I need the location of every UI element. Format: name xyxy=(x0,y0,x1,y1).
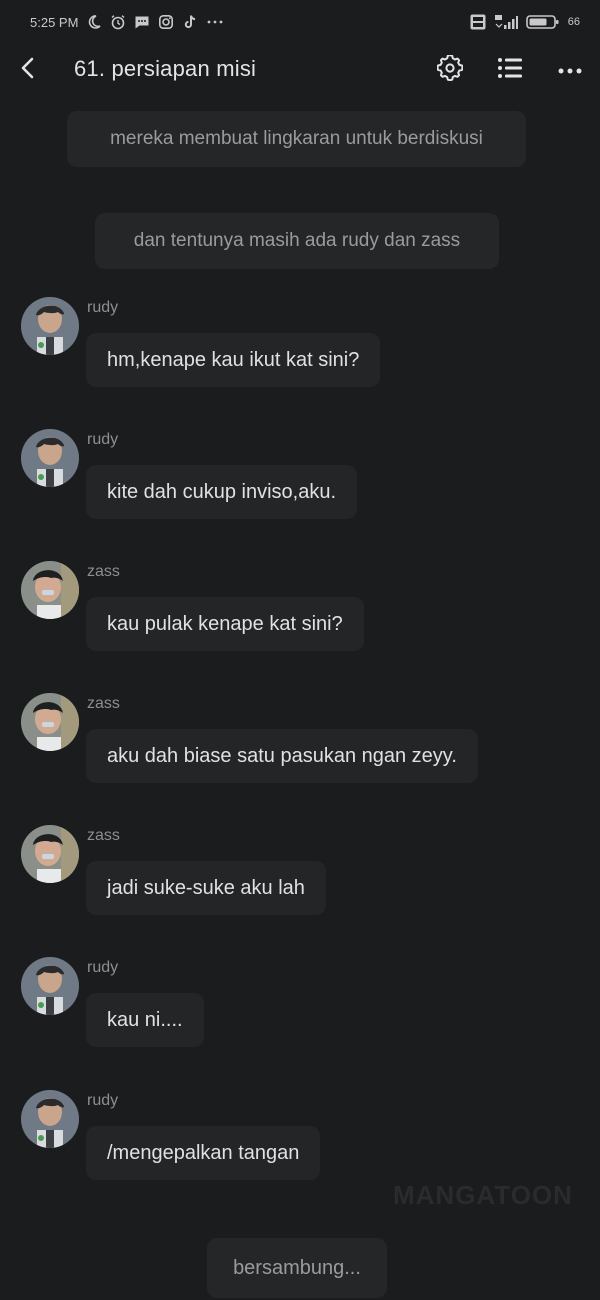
chat-message: rudy kau ni.... xyxy=(0,957,600,1057)
status-bar: 5:25 PM 66 xyxy=(0,0,600,44)
chat-bubble: kite dah cukup inviso,aku. xyxy=(86,465,358,519)
avatar-rudy[interactable] xyxy=(21,1090,79,1148)
avatar-zass[interactable] xyxy=(21,561,79,619)
chat-message: rudy /mengepalkan tangan xyxy=(0,1090,600,1190)
chat-bubble: hm,kenape kau ikut kat sini? xyxy=(86,333,381,387)
more-icon xyxy=(558,61,582,79)
signal-icon xyxy=(494,14,518,30)
status-time: 5:25 PM xyxy=(30,14,79,30)
battery-icon xyxy=(525,14,560,30)
back-icon xyxy=(18,56,38,85)
chat-message: zass kau pulak kenape kat sini? xyxy=(0,561,600,661)
speaker-name: zass xyxy=(87,695,120,712)
speaker-name: zass xyxy=(87,563,120,580)
moon-icon xyxy=(86,14,102,30)
avatar-zass[interactable] xyxy=(21,693,79,751)
chat-story-screen: 5:25 PM 66 61. persiapan misi mereka mem… xyxy=(0,0,600,1300)
avatar-rudy[interactable] xyxy=(21,429,79,487)
list-icon xyxy=(497,57,523,84)
speaker-name: rudy xyxy=(87,1092,119,1109)
top-app-bar: 61. persiapan misi xyxy=(0,44,600,96)
page-title: 61. persiapan misi xyxy=(74,56,257,81)
chapter-list-button[interactable] xyxy=(490,50,530,90)
speaker-name: zass xyxy=(87,827,120,844)
chat-message: rudy hm,kenape kau ikut kat sini? xyxy=(0,297,600,397)
more-dots-icon xyxy=(206,19,224,25)
settings-button[interactable] xyxy=(430,50,470,90)
narration-box: dan tentunya masih ada rudy dan zass xyxy=(95,213,499,269)
alarm-icon xyxy=(110,14,126,30)
avatar-zass[interactable] xyxy=(21,825,79,883)
mangatoon-watermark: MANGATOON xyxy=(393,1180,573,1210)
chat-message: rudy kite dah cukup inviso,aku. xyxy=(0,429,600,529)
avatar-rudy[interactable] xyxy=(21,297,79,355)
instagram-icon xyxy=(158,14,174,30)
speaker-name: rudy xyxy=(87,299,119,316)
chat-bubble: /mengepalkan tangan xyxy=(86,1126,321,1180)
speaker-name: rudy xyxy=(87,959,119,976)
tiktok-icon xyxy=(182,14,198,30)
battery-level: 66 xyxy=(567,16,580,28)
avatar-rudy[interactable] xyxy=(21,957,79,1015)
gear-icon xyxy=(436,53,464,86)
speaker-name: rudy xyxy=(87,431,119,448)
volte-icon xyxy=(470,14,486,30)
chat-bubble: kau ni.... xyxy=(86,993,204,1047)
back-button[interactable] xyxy=(8,50,48,90)
chat-bubble: kau pulak kenape kat sini? xyxy=(86,597,364,651)
more-options-button[interactable] xyxy=(550,50,590,90)
narration-box: mereka membuat lingkaran untuk berdiskus… xyxy=(67,111,526,167)
chat-bubble: jadi suke-suke aku lah xyxy=(86,861,326,915)
continue-button[interactable]: bersambung... xyxy=(207,1238,387,1298)
chat-message: zass aku dah biase satu pasukan ngan zey… xyxy=(0,693,600,793)
chat-message: zass jadi suke-suke aku lah xyxy=(0,825,600,925)
chat-bubble: aku dah biase satu pasukan ngan zeyy. xyxy=(86,729,478,783)
message-icon xyxy=(134,14,150,30)
